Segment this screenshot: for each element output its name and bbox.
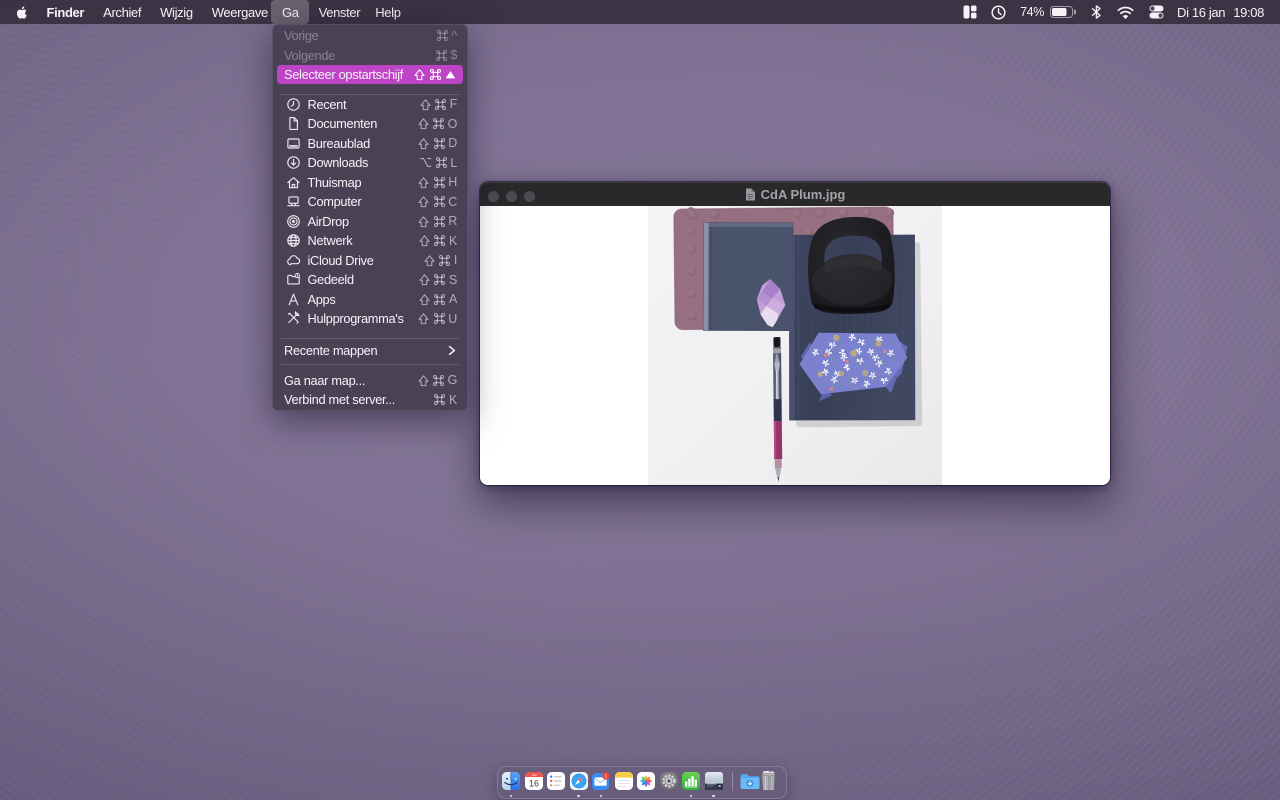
svg-text:16: 16 bbox=[528, 778, 538, 788]
svg-text:1: 1 bbox=[605, 774, 608, 779]
svg-text:JAN: JAN bbox=[531, 773, 536, 777]
